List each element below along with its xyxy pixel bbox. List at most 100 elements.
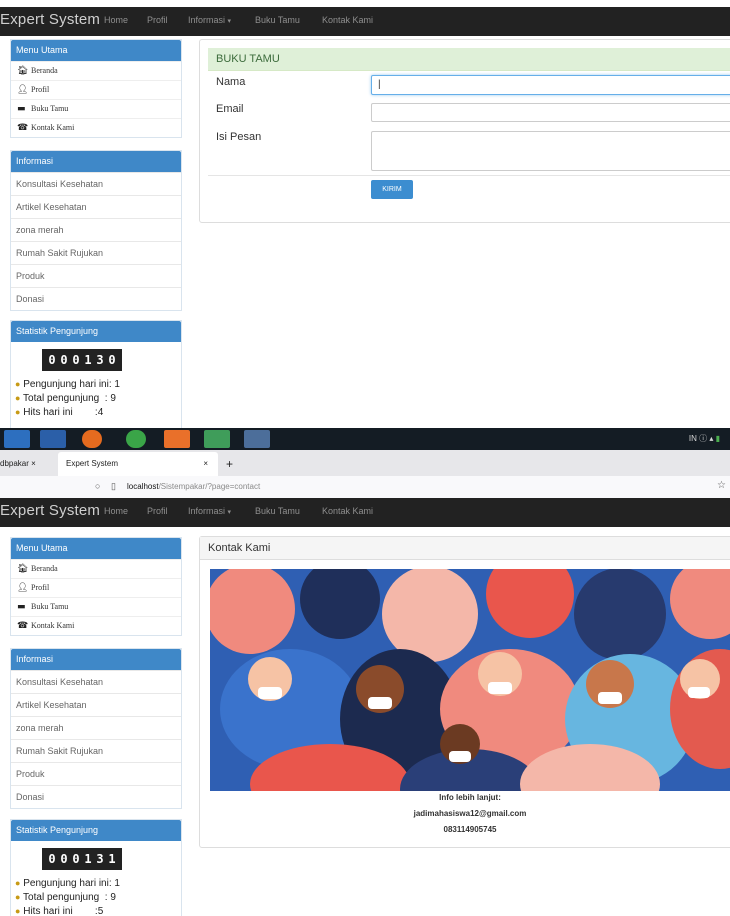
- caret-down-icon: ▾: [227, 509, 232, 516]
- tab-dbpakar[interactable]: dbpakar ×: [0, 452, 36, 476]
- system-tray: IN ⓘ ▴ ▮: [688, 434, 720, 443]
- menu-item-kontak-kami[interactable]: ☎︎ Kontak Kami: [11, 118, 181, 137]
- masked-crowd-illustration: [210, 569, 730, 791]
- info-item-konsultasi[interactable]: Konsultasi Kesehatan: [11, 670, 181, 693]
- menu-item-profil[interactable]: 👤︎ Profil: [11, 578, 181, 597]
- people-icon: ●: [15, 906, 21, 916]
- brand-link[interactable]: Expert System: [0, 502, 100, 519]
- people-icon: ●: [15, 407, 21, 417]
- nav-home[interactable]: Home: [104, 506, 128, 516]
- contact-email[interactable]: jadimahasiswa12@gmail.com: [200, 809, 730, 818]
- battery-icon: ▮: [715, 434, 720, 443]
- book-icon: ▬: [17, 602, 26, 612]
- nav-informasi[interactable]: Informasi ▾: [188, 506, 231, 516]
- people-icon: ●: [15, 393, 21, 403]
- info-item-artikel[interactable]: Artikel Kesehatan: [11, 693, 181, 716]
- menu-item-profil[interactable]: 👤︎ Profil: [11, 80, 181, 99]
- panel-title: Menu Utama: [11, 538, 181, 559]
- info-item-rumah-sakit[interactable]: Rumah Sakit Rujukan: [11, 241, 181, 264]
- informasi-panel: Informasi Konsultasi Kesehatan Artikel K…: [10, 648, 182, 809]
- info-item-produk[interactable]: Produk: [11, 264, 181, 287]
- nav-kontak-kami[interactable]: Kontak Kami: [322, 506, 373, 516]
- email-input[interactable]: [371, 103, 730, 122]
- contact-icon: ☎︎: [17, 123, 29, 133]
- chrome-icon[interactable]: [126, 430, 146, 448]
- arrow-up-icon: ▴: [709, 434, 714, 443]
- nav-informasi[interactable]: Informasi ▾: [188, 15, 231, 25]
- screenshot-contact: IN ⓘ ▴ ▮ dbpakar × Expert System × + ○ ▯…: [0, 428, 730, 916]
- nav-buku-tamu[interactable]: Buku Tamu: [255, 15, 300, 25]
- stat-row: ● Hits hari ini :4: [15, 407, 104, 418]
- caret-down-icon: ▾: [227, 18, 232, 25]
- browser-urlbar[interactable]: ○ ▯ localhost/Sistempakar/?page=contact …: [0, 476, 730, 499]
- info-item-donasi[interactable]: Donasi: [11, 287, 181, 310]
- star-icon[interactable]: ☆: [717, 480, 726, 491]
- info-item-zona-merah[interactable]: zona merah: [11, 218, 181, 241]
- book-icon: ▬: [17, 104, 26, 114]
- stat-row: ● Pengunjung hari ini: 1: [15, 878, 120, 889]
- brand-link[interactable]: Expert System: [0, 11, 100, 28]
- nav-profil[interactable]: Profil: [147, 15, 168, 25]
- panel-title: Informasi: [11, 151, 181, 172]
- user-icon: 👤︎: [17, 583, 29, 593]
- close-icon[interactable]: ×: [31, 459, 36, 468]
- contact-icon: ☎︎: [17, 621, 29, 631]
- menu-item-beranda[interactable]: 🏠︎ Beranda: [11, 559, 181, 578]
- stat-row: ● Hits hari ini :5: [15, 906, 104, 916]
- people-icon: ●: [15, 892, 21, 902]
- menu-item-beranda[interactable]: 🏠︎ Beranda: [11, 61, 181, 80]
- info-item-artikel[interactable]: Artikel Kesehatan: [11, 195, 181, 218]
- nav-kontak-kami[interactable]: Kontak Kami: [322, 15, 373, 25]
- shield-icon: ○: [95, 481, 101, 491]
- close-icon[interactable]: ×: [203, 452, 208, 476]
- panel-title: Menu Utama: [11, 40, 181, 61]
- explorer-icon[interactable]: [40, 430, 66, 448]
- menu-utama-panel: Menu Utama 🏠︎ Beranda 👤︎ Profil ▬ Buku Tamu…: [10, 537, 182, 636]
- informasi-panel: Informasi Konsultasi Kesehatan Artikel K…: [10, 150, 182, 311]
- stat-row: ● Total pengunjung : 9: [15, 393, 116, 404]
- guestbook-title: BUKU TAMU: [208, 48, 730, 71]
- xampp-icon[interactable]: [164, 430, 190, 448]
- nav-buku-tamu[interactable]: Buku Tamu: [255, 506, 300, 516]
- contact-phone: 083114905745: [443, 825, 497, 834]
- tab-expert-system[interactable]: Expert System ×: [58, 452, 218, 476]
- nama-label: Nama: [216, 76, 246, 88]
- new-tab-button[interactable]: +: [226, 452, 233, 476]
- info-item-donasi[interactable]: Donasi: [11, 785, 181, 808]
- statistik-panel: Statistik Pengunjung 000130 ● Pengunjung…: [10, 320, 182, 428]
- info-item-produk[interactable]: Produk: [11, 762, 181, 785]
- top-navbar: Expert System Home Profil Informasi ▾ Bu…: [0, 7, 730, 36]
- info-item-zona-merah[interactable]: zona merah: [11, 716, 181, 739]
- crowd-image: [210, 569, 730, 791]
- panel-title: Statistik Pengunjung: [11, 321, 181, 342]
- isi-pesan-textarea[interactable]: [371, 131, 730, 171]
- nav-profil[interactable]: Profil: [147, 506, 168, 516]
- firefox-icon[interactable]: [82, 430, 102, 448]
- info-item-konsultasi[interactable]: Konsultasi Kesehatan: [11, 172, 181, 195]
- people-icon: ●: [15, 878, 21, 888]
- visitor-counter: 000131: [42, 848, 122, 870]
- info-item-rumah-sakit[interactable]: Rumah Sakit Rujukan: [11, 739, 181, 762]
- menu-item-buku-tamu[interactable]: ▬ Buku Tamu: [11, 99, 181, 118]
- menu-item-kontak-kami[interactable]: ☎︎ Kontak Kami: [11, 616, 181, 635]
- contact-panel: Kontak Kami Info lebih lanjut: jadimahas…: [199, 536, 730, 848]
- contact-title: Kontak Kami: [200, 537, 730, 560]
- kirim-button[interactable]: KIRIM: [371, 180, 413, 199]
- email-label: Email: [216, 103, 244, 115]
- start-icon[interactable]: [4, 430, 30, 448]
- stat-row: ● Pengunjung hari ini: 1: [15, 379, 120, 390]
- nama-input[interactable]: |: [371, 75, 730, 95]
- screenshot-guestbook: Expert System Home Profil Informasi ▾ Bu…: [0, 0, 730, 428]
- page-icon: ▯: [111, 481, 116, 491]
- menu-item-buku-tamu[interactable]: ▬ Buku Tamu: [11, 597, 181, 616]
- paint-icon[interactable]: [244, 430, 270, 448]
- help-icon: ⓘ: [699, 434, 708, 443]
- people-icon: ●: [15, 379, 21, 389]
- statistik-panel: Statistik Pengunjung 000131 ● Pengunjung…: [10, 819, 182, 916]
- visitor-counter: 000130: [42, 349, 122, 371]
- isi-pesan-label: Isi Pesan: [216, 131, 262, 143]
- url-text[interactable]: localhost/Sistempakar/?page=contact: [127, 482, 260, 491]
- nav-home[interactable]: Home: [104, 15, 128, 25]
- app-icon[interactable]: [204, 430, 230, 448]
- menu-utama-panel: Menu Utama 🏠︎ Beranda 👤︎ Profil ▬ Buku Tamu…: [10, 39, 182, 138]
